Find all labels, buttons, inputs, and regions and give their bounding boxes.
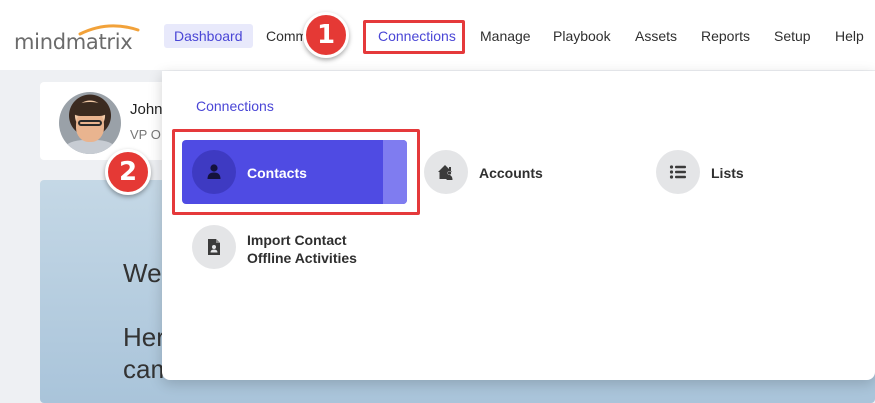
main-nav: Dashboard Comme Connections Manage Playb…	[0, 24, 875, 48]
step-badge-2: 2	[105, 149, 151, 195]
menu-item-accounts-label: Accounts	[479, 165, 543, 181]
avatar[interactable]	[59, 92, 121, 154]
avatar-hair	[74, 102, 106, 116]
avatar-glasses	[78, 120, 102, 126]
welcome-heading: We	[123, 258, 162, 288]
menu-item-contacts[interactable]: Contacts	[182, 140, 407, 204]
menu-item-lists[interactable]: Lists	[646, 140, 846, 204]
nav-playbook[interactable]: Playbook	[553, 24, 611, 48]
nav-setup[interactable]: Setup	[774, 24, 811, 48]
nav-assets[interactable]: Assets	[635, 24, 677, 48]
menu-item-import-label-line2: Offline Activities	[247, 250, 357, 266]
top-navigation-bar: mindmatrix Dashboard Comme Connections M…	[0, 0, 875, 70]
menu-item-import-offline-activities[interactable]: Import Contact Offline Activities	[182, 215, 407, 279]
welcome-text-line: Her	[123, 322, 165, 352]
house-person-icon	[424, 150, 468, 194]
profile-name: John	[130, 101, 163, 118]
profile-role: VP O	[130, 127, 161, 142]
menu-item-contacts-label: Contacts	[247, 165, 307, 181]
list-icon	[656, 150, 700, 194]
nav-manage[interactable]: Manage	[480, 24, 531, 48]
nav-help[interactable]: Help	[835, 24, 864, 48]
menu-item-accounts[interactable]: Accounts	[414, 140, 614, 204]
menu-item-import-label-line1: Import Contact	[247, 232, 347, 248]
nav-dashboard[interactable]: Dashboard	[164, 24, 253, 48]
nav-reports[interactable]: Reports	[701, 24, 750, 48]
nav-communicate-label: Comm	[266, 28, 308, 44]
file-person-icon	[192, 225, 236, 269]
active-item-accent	[383, 140, 407, 204]
avatar-shirt	[65, 140, 115, 154]
nav-connections[interactable]: Connections	[368, 24, 466, 48]
dropdown-title: Connections	[196, 98, 274, 114]
person-icon	[192, 150, 236, 194]
step-badge-1: 1	[303, 12, 349, 58]
menu-item-lists-label: Lists	[711, 165, 744, 181]
